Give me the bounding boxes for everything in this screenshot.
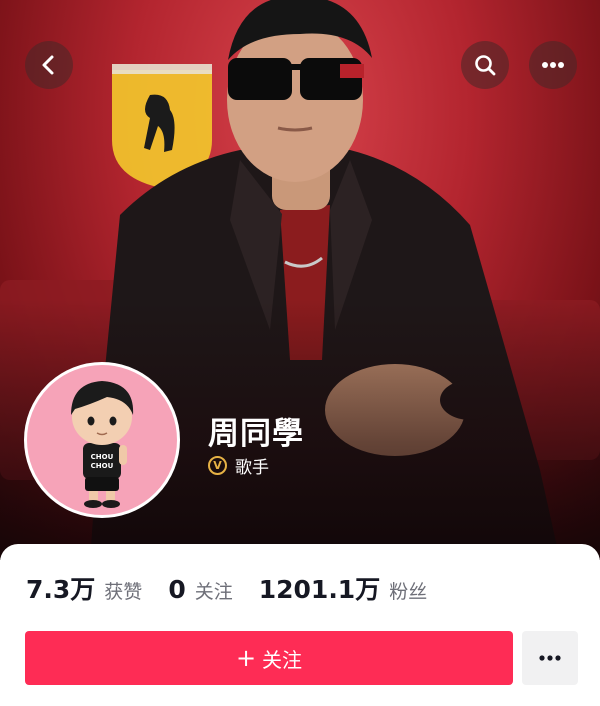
svg-text:CHOU: CHOU bbox=[91, 453, 114, 461]
follow-label: 关注 bbox=[262, 647, 303, 672]
back-button[interactable] bbox=[25, 41, 73, 89]
search-icon bbox=[475, 55, 496, 76]
search-button[interactable] bbox=[461, 41, 509, 89]
verification-row: V 歌手 bbox=[208, 453, 269, 478]
followers-label[interactable]: 粉丝 bbox=[389, 577, 427, 604]
likes-count[interactable]: 7.3万 bbox=[26, 570, 95, 606]
avatar[interactable]: CHOU CHOU bbox=[24, 362, 180, 518]
likes-label[interactable]: 获赞 bbox=[104, 577, 142, 604]
verified-label: 歌手 bbox=[235, 458, 269, 478]
avatar-figure: CHOU CHOU bbox=[71, 381, 134, 508]
more-dots-icon bbox=[539, 655, 561, 661]
verified-badge-icon: V bbox=[208, 456, 227, 475]
profile-name: 周同學 bbox=[208, 416, 304, 452]
follow-button[interactable]: + 关注 bbox=[25, 631, 513, 685]
chevron-left-icon bbox=[42, 55, 54, 75]
followers-count[interactable]: 1201.1万 bbox=[259, 570, 380, 606]
more-dots-icon bbox=[542, 62, 564, 68]
following-label[interactable]: 关注 bbox=[195, 577, 233, 604]
plus-icon: + bbox=[235, 644, 257, 672]
svg-text:CHOU: CHOU bbox=[91, 462, 114, 470]
more-options-button[interactable] bbox=[529, 41, 577, 89]
following-count[interactable]: 0 bbox=[168, 575, 185, 604]
more-actions-button[interactable] bbox=[522, 631, 578, 685]
stats-row: 7.3万 获赞 0 关注 1201.1万 粉丝 bbox=[26, 570, 453, 606]
